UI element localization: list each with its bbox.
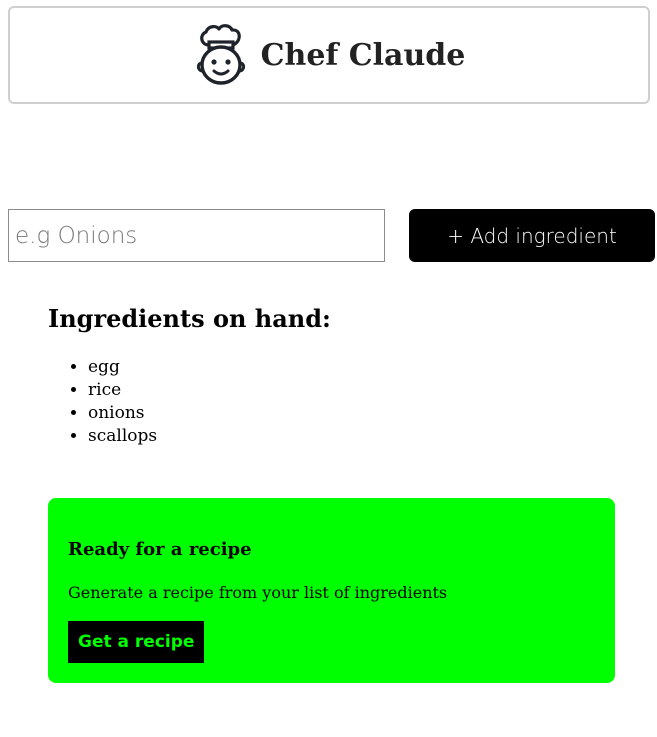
app-header: Chef Claude [8, 6, 650, 104]
add-ingredient-button[interactable]: + Add ingredient [409, 209, 655, 262]
ingredient-input[interactable] [8, 209, 385, 262]
chef-hat-face-icon [196, 24, 245, 85]
get-recipe-button[interactable]: Get a recipe [68, 621, 205, 663]
list-item: egg [88, 356, 157, 379]
list-item: onions [88, 402, 157, 425]
app-title: Chef Claude [260, 37, 466, 73]
get-recipe-card: Ready for a recipe Generate a recipe fro… [48, 498, 615, 683]
recipe-card-description: Generate a recipe from your list of ingr… [68, 583, 448, 602]
recipe-card-title: Ready for a recipe [68, 539, 252, 560]
ingredients-heading: Ingredients on hand: [48, 304, 331, 333]
list-item: scallops [88, 425, 157, 448]
list-item: rice [88, 379, 157, 402]
ingredient-list: egg rice onions scallops [48, 356, 157, 448]
